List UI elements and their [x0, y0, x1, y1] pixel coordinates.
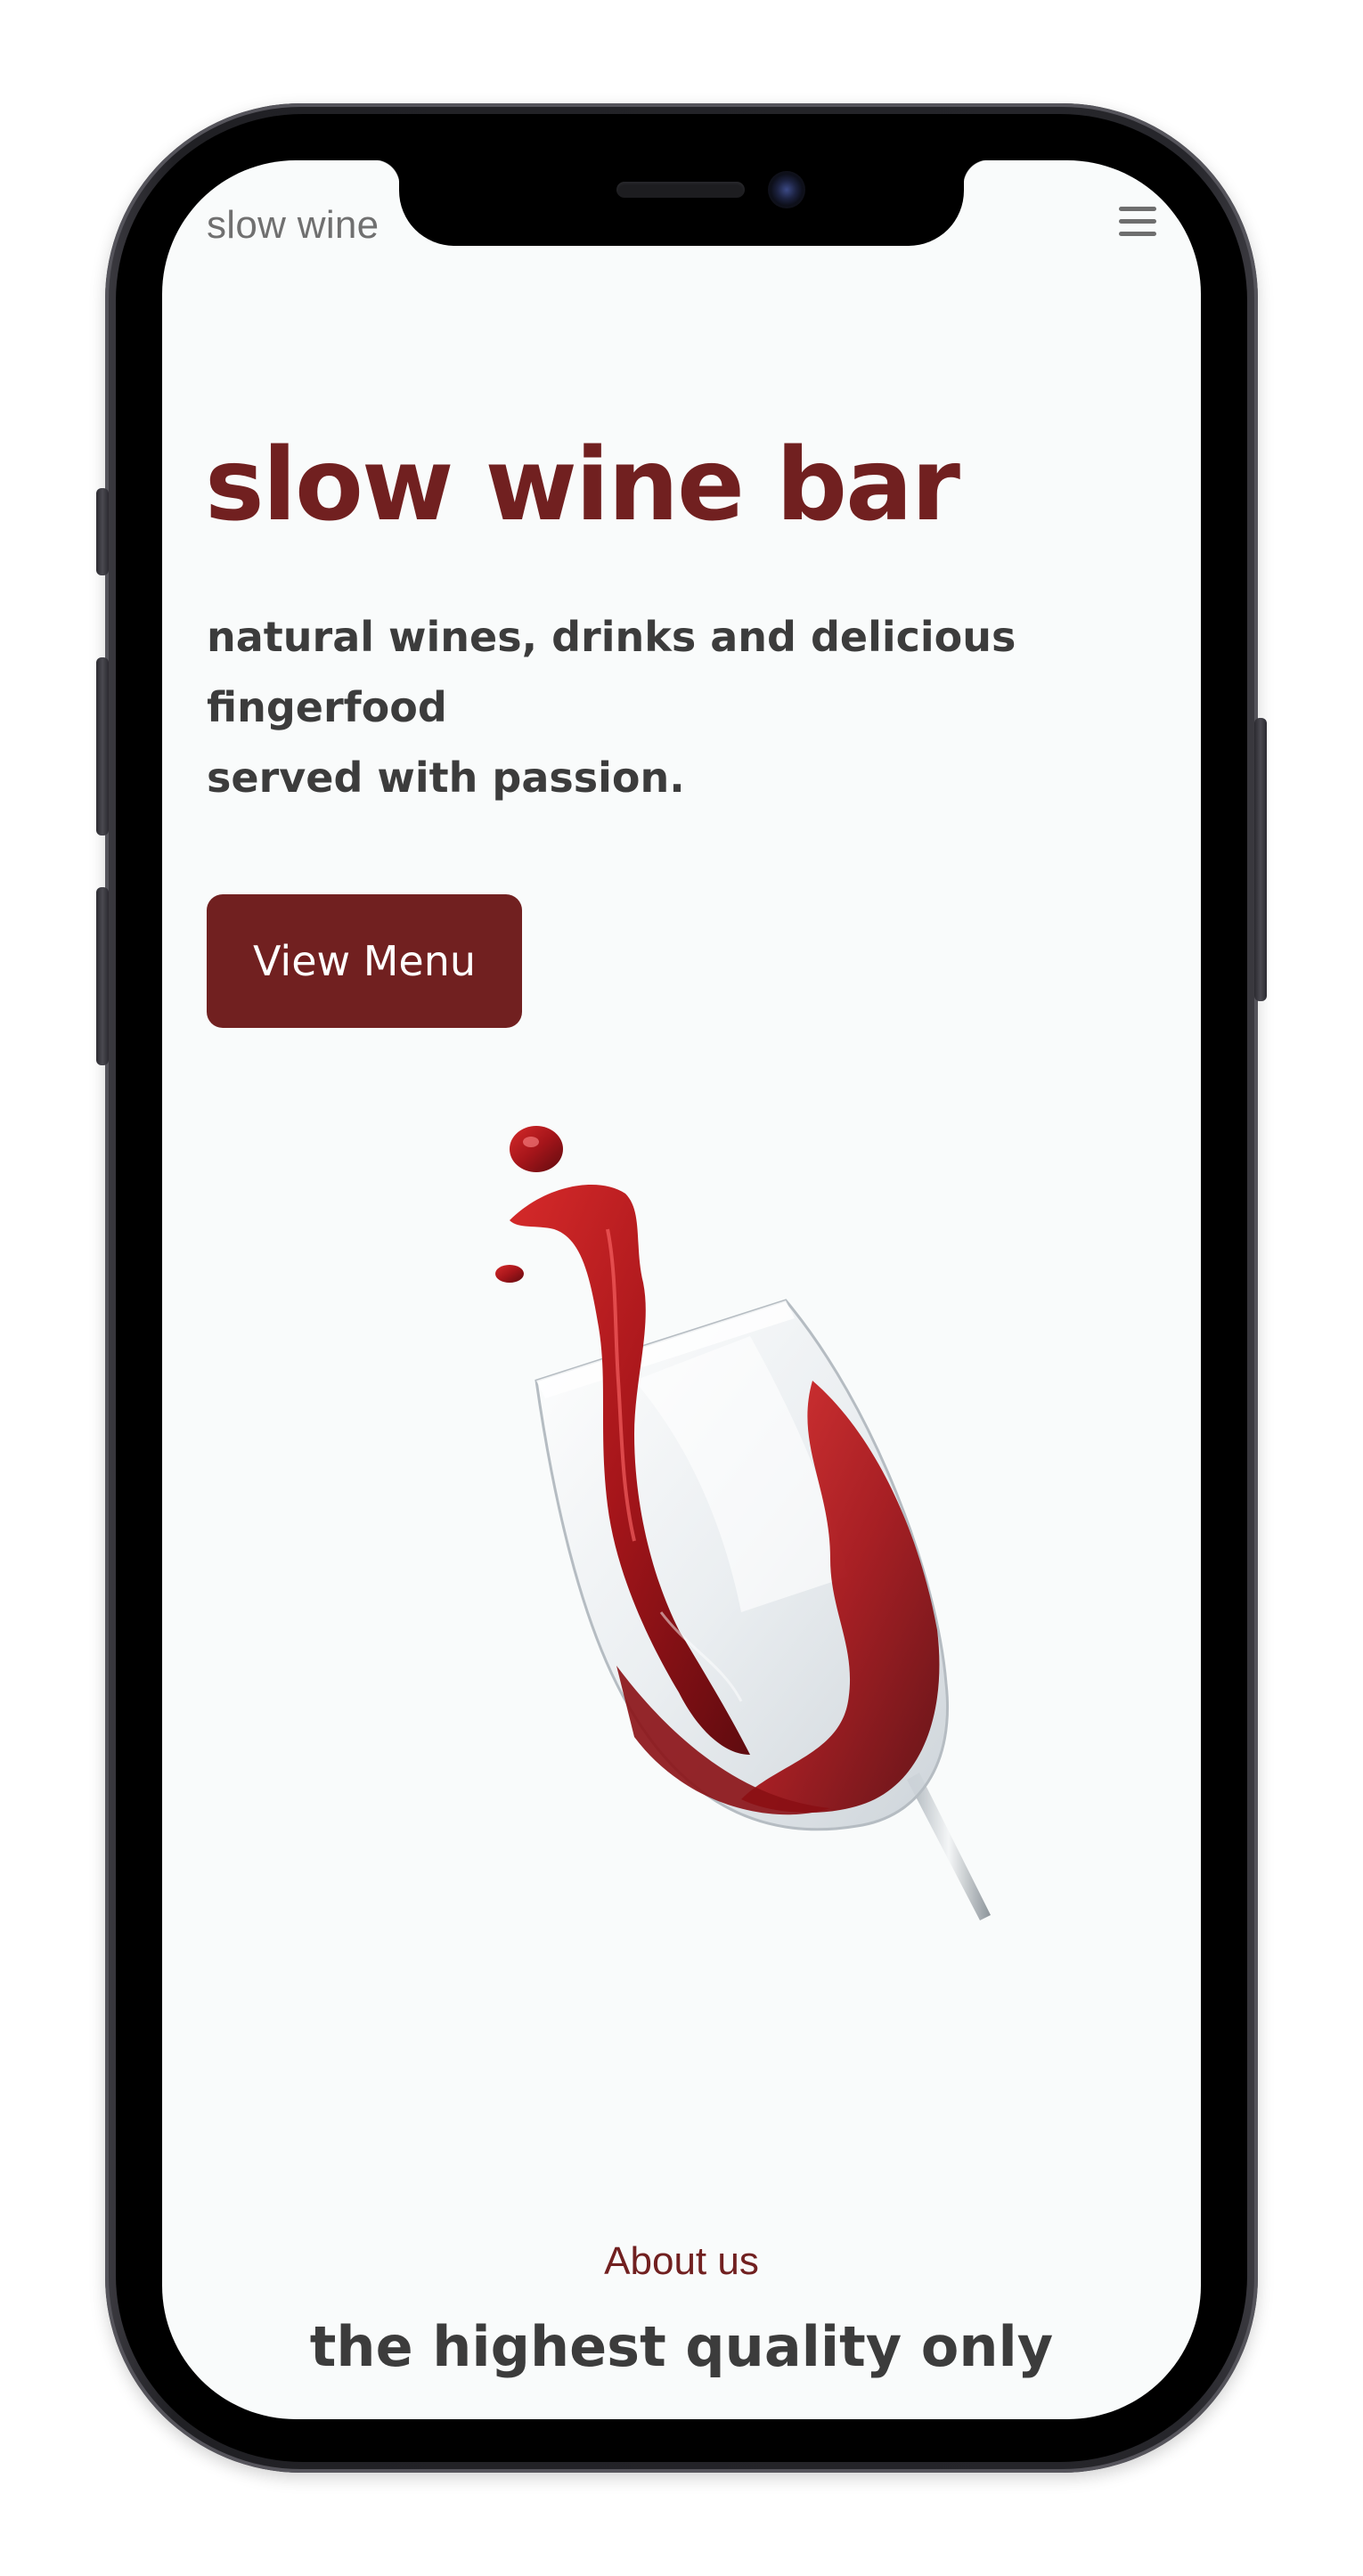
hero-subtitle: natural wines, drinks and delicious fing… — [207, 602, 1080, 813]
hero-subtitle-line: served with passion. — [207, 754, 685, 802]
volume-down-button — [96, 887, 109, 1065]
brand-logo[interactable]: slow wine — [207, 203, 379, 248]
earpiece-speaker — [616, 182, 745, 198]
front-camera-icon — [768, 171, 805, 208]
power-button — [1254, 718, 1267, 1001]
hero-subtitle-line: fingerfood — [207, 683, 447, 731]
about-us-label: About us — [604, 2239, 759, 2283]
wine-glass-image — [495, 1126, 991, 1920]
notch — [374, 160, 989, 246]
phone-screen: slow wine slow wine bar natural wines, d… — [162, 160, 1201, 2419]
mute-switch — [96, 488, 109, 575]
hero-subtitle-line: natural wines, drinks and delicious — [207, 613, 1016, 661]
about-heading: the highest quality only — [309, 2314, 1054, 2379]
hero-title: slow wine bar — [205, 428, 960, 543]
view-menu-button[interactable]: View Menu — [207, 894, 522, 1028]
hamburger-menu-icon[interactable] — [1117, 207, 1158, 242]
volume-up-button — [96, 657, 109, 836]
